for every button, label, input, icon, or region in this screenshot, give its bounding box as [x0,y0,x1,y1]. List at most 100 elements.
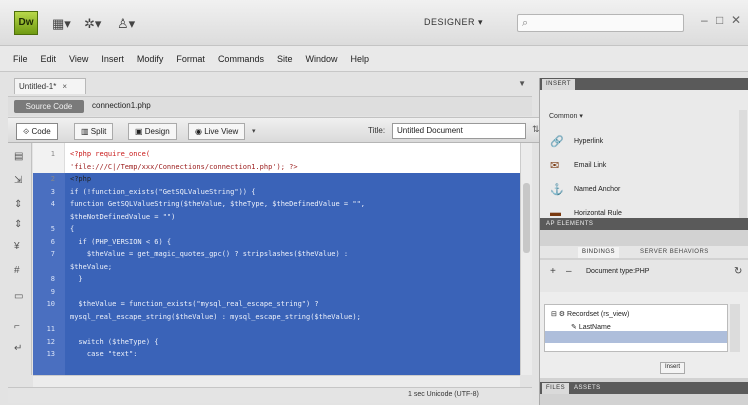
code-line: 10 $theValue = function_exists("mysql_re… [33,299,532,309]
search-input[interactable]: ⌕ [517,14,684,32]
scroll-thumb[interactable] [523,183,530,253]
line-number: 5 [50,225,55,233]
code-view-button[interactable]: ⟐ Code [16,123,58,140]
balance-braces-icon[interactable]: ¥ [14,241,20,252]
menu-view[interactable]: View [69,54,88,64]
insert-category-select[interactable]: Common ▾ [549,112,583,120]
code-text: { [70,225,75,233]
coding-toolbar: ▤ ⇲ ⇕ ⇕ ¥ # ▭ ⌐ ↵ [8,143,32,375]
code-text: if (PHP_VERSION < 6) { [70,237,172,246]
line-number: 12 [46,337,55,346]
code-line: 4 function GetSQLValueString($theValue, $… [33,199,532,209]
dreamweaver-window: Dw ▦▾ ✲▾ ♙▾ DESIGNER ▾ ⌕ – □ ✕ File Edit… [0,0,748,405]
menu-format[interactable]: Format [176,54,205,64]
insert-named-anchor[interactable]: ⚓ Named Anchor [540,178,740,202]
insert-panel: Common ▾ 🔗 Hyperlink ✉ Email Link ⚓ Named A… [540,90,748,228]
code-text: 'file:///C|/Temp/xxx/Connections/connect… [70,162,298,171]
code-view-label: Code [31,127,51,136]
expand-all-icon[interactable]: ⇕ [14,199,22,210]
close-button[interactable]: ✕ [731,13,741,27]
collapse-icon[interactable]: ▼ [518,79,526,88]
remove-behavior-icon[interactable]: – [566,266,572,277]
design-view-button[interactable]: ▣ Design [128,123,177,140]
line-number: 7 [50,250,55,258]
insert-item-label: Email Link [574,162,607,169]
files-tab[interactable]: FILES [542,383,570,394]
line-numbers-icon[interactable]: # [14,265,20,276]
code-view-icon: ⟐ [23,127,32,136]
select-parent-tag-icon[interactable]: ⇕ [14,219,22,230]
line-number: 2 [50,175,55,183]
menu-insert[interactable]: Insert [101,54,124,64]
code-text: mysql_real_escape_string($theValue) : my… [70,312,361,321]
code-line: 13 case "text": [33,349,532,359]
user-icon[interactable]: ♙▾ [117,16,135,32]
recordset-tree: ⊟ ⚙ Recordset (rs_view) ✎ LastName [544,304,728,352]
horizontal-scrollbar[interactable] [33,375,520,387]
gear-icon[interactable]: ✲▾ [84,16,101,32]
minimize-button[interactable]: – [701,13,708,27]
line-number: 1 [50,150,55,158]
live-view-button[interactable]: ◉ Live View [188,123,246,140]
tree-row-field[interactable]: ✎ LastName [571,323,611,331]
split-view-button[interactable]: ▥ Split [74,123,114,140]
insert-category-label: Common [549,113,578,120]
code-text: if (!function_exists("GetSQLValueString"… [70,187,256,196]
bindings-tab[interactable]: BINDINGS [578,247,620,258]
code-text: $theValue = get_magic_quotes_gpc() ? str… [70,250,349,258]
insert-item-label: Named Anchor [574,186,621,193]
layout-icon[interactable]: ▦▾ [52,16,71,32]
ap-elements-tab[interactable]: AP ELEMENTS [542,219,597,230]
ap-elements-header: AP ELEMENTS [540,218,748,230]
highlight-invalid-icon[interactable]: ▭ [14,291,23,302]
menu-file[interactable]: File [13,54,28,64]
anchor-icon: ⚓ [550,184,564,196]
close-tab-icon[interactable]: × [62,82,67,91]
wrap-tag-icon[interactable]: ↵ [14,343,22,354]
live-view-icon: ◉ [195,127,205,136]
tree-row-recordset[interactable]: ⊟ ⚙ Recordset (rs_view) [551,310,629,318]
code-text: $theNotDefinedValue = "") [70,212,176,221]
refresh-icon[interactable]: ↻ [734,266,742,277]
add-behavior-icon[interactable]: + [550,266,556,277]
tree-scrollbar[interactable] [730,304,740,352]
code-text: function GetSQLValueString($theValue, $t… [70,200,366,208]
recordset-label: Recordset (rs_view) [567,311,630,318]
maximize-button[interactable]: □ [716,13,723,27]
open-documents-icon[interactable]: ▤ [14,151,23,162]
title-label: Title: [368,126,386,135]
related-file-link[interactable]: connection1.php [92,101,151,110]
code-line: $theNotDefinedValue = "") [33,212,532,222]
insert-tab[interactable]: INSERT [542,79,575,90]
code-line: 6 if (PHP_VERSION < 6) { [33,237,532,247]
menu-modify[interactable]: Modify [137,54,164,64]
apply-comment-icon[interactable]: ⌐ [14,321,20,332]
document-title-input[interactable]: Untitled Document [392,123,526,139]
menu-site[interactable]: Site [277,54,293,64]
insert-button[interactable]: Insert [660,362,686,374]
menu-edit[interactable]: Edit [41,54,57,64]
menu-help[interactable]: Help [350,54,369,64]
insert-hyperlink[interactable]: 🔗 Hyperlink [540,130,740,154]
code-editor[interactable]: 1 <?php require_once('file:///C|/Temp/xxx… [33,143,532,375]
document-tab-row: Untitled-1* × ▼ [8,76,532,94]
source-code-button[interactable]: Source Code [14,100,84,113]
live-view-dropdown-icon[interactable]: ▾ [252,127,256,135]
menu-window[interactable]: Window [305,54,337,64]
insert-item-label: Hyperlink [574,138,604,145]
line-number: 6 [50,237,55,246]
recordset-tree-panel: ⊟ ⚙ Recordset (rs_view) ✎ LastName Inser… [540,292,748,378]
code-line: 3 if (!function_exists("GetSQLValueString… [33,187,532,197]
menu-commands[interactable]: Commands [218,54,264,64]
document-tab[interactable]: Untitled-1* × [14,78,86,94]
insert-panel-scrollbar[interactable] [739,110,747,228]
server-behaviors-tab[interactable]: SERVER BEHAVIORS [636,247,713,258]
assets-tab[interactable]: ASSETS [570,383,605,394]
workspace-switcher[interactable]: DESIGNER ▾ [424,17,483,28]
design-view-icon: ▣ [135,127,145,136]
vertical-scrollbar[interactable] [520,143,532,375]
code-line: 12 switch ($theType) { [33,337,532,347]
document-type-label: Document type:PHP [586,268,650,275]
collapse-tag-icon[interactable]: ⇲ [14,175,22,186]
insert-email-link[interactable]: ✉ Email Link [540,154,740,178]
